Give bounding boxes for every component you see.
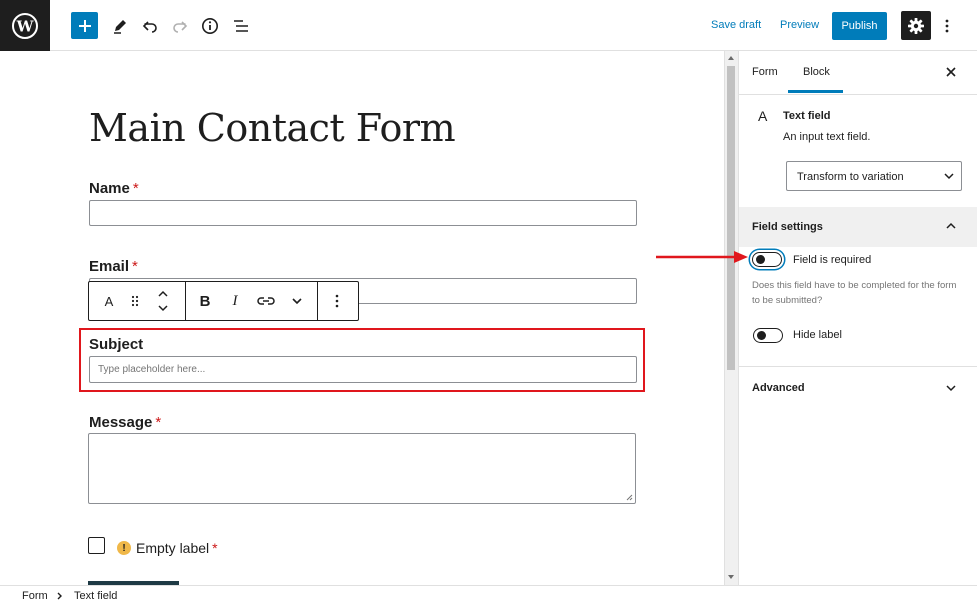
transform-variation-select[interactable]: Transform to variation	[786, 161, 962, 191]
toggle-knob	[756, 255, 765, 264]
info-icon[interactable]	[196, 12, 224, 40]
breadcrumb-item-text-field[interactable]: Text field	[74, 590, 117, 602]
block-description: An input text field.	[783, 131, 871, 143]
breadcrumb	[0, 585, 977, 606]
block-options-icon[interactable]	[325, 282, 349, 320]
field-required-toggle[interactable]	[752, 252, 782, 267]
checkbox-input[interactable]	[88, 537, 105, 554]
scrollbar-thumb[interactable]	[727, 66, 735, 370]
drag-handle-icon[interactable]	[123, 282, 147, 320]
block-name: Text field	[783, 110, 831, 122]
hide-label-label[interactable]: Hide label	[793, 329, 842, 341]
list-view-icon[interactable]	[227, 12, 255, 40]
gear-icon[interactable]	[901, 11, 931, 40]
chevron-down-icon	[944, 173, 954, 180]
active-tab-indicator	[788, 90, 843, 93]
required-mark: *	[132, 258, 138, 275]
toolbar-divider	[185, 282, 186, 320]
field-settings-heading[interactable]: Field settings	[752, 221, 823, 233]
chevron-down-icon[interactable]	[946, 385, 956, 392]
tab-block[interactable]: Block	[803, 66, 830, 78]
move-up-down-icon[interactable]	[151, 282, 175, 320]
toolbar-divider	[317, 282, 318, 320]
plus-icon[interactable]	[71, 12, 98, 39]
block-toolbar: A B I	[88, 281, 359, 321]
wordpress-logo-icon[interactable]: W	[0, 0, 50, 51]
redo-icon[interactable]	[166, 12, 194, 40]
resize-handle-icon[interactable]	[626, 494, 633, 501]
field-required-help: Does this field have to be completed for…	[752, 280, 957, 306]
scroll-up-icon[interactable]	[727, 55, 735, 61]
italic-button[interactable]: I	[223, 282, 247, 320]
chevron-down-icon[interactable]	[285, 282, 309, 320]
vertical-ellipsis-icon[interactable]	[940, 14, 954, 38]
bold-button[interactable]: B	[193, 282, 217, 320]
breadcrumb-item-form[interactable]: Form	[22, 590, 48, 602]
message-textarea[interactable]	[88, 433, 636, 504]
select-value: Transform to variation	[797, 171, 904, 183]
pencil-icon[interactable]	[106, 12, 134, 40]
field-required-label[interactable]: Field is required	[793, 254, 871, 266]
text-field-block-icon[interactable]: A	[97, 282, 121, 320]
undo-icon[interactable]	[136, 12, 164, 40]
required-mark: *	[212, 540, 218, 556]
advanced-panel-header[interactable]: Advanced	[752, 382, 805, 394]
scroll-down-icon[interactable]	[727, 574, 735, 580]
block-type-icon: A	[758, 108, 768, 124]
checkbox-label[interactable]: Empty label *	[136, 540, 218, 556]
save-draft-button[interactable]: Save draft	[711, 19, 761, 31]
placeholder-text[interactable]: Type placeholder here...	[98, 364, 205, 375]
hide-label-toggle[interactable]	[753, 328, 783, 343]
toggle-knob	[757, 331, 766, 340]
subject-input[interactable]: Type placeholder here...	[89, 356, 637, 383]
name-input[interactable]	[89, 200, 637, 226]
subject-field-label[interactable]: Subject	[89, 336, 143, 353]
message-field-label[interactable]: Message *	[89, 414, 161, 431]
preview-button[interactable]: Preview	[780, 19, 819, 31]
divider	[739, 94, 977, 95]
svg-text:W: W	[16, 17, 35, 35]
name-field-label[interactable]: Name *	[89, 180, 139, 197]
divider	[739, 366, 977, 367]
close-icon[interactable]	[946, 67, 956, 77]
publish-button[interactable]: Publish	[832, 12, 887, 40]
required-mark: *	[155, 414, 162, 431]
form-title[interactable]: Main Contact Form	[89, 106, 456, 150]
tab-form[interactable]: Form	[752, 66, 778, 78]
chevron-up-icon[interactable]	[946, 222, 956, 229]
chevron-right-icon	[57, 592, 62, 600]
required-mark: *	[132, 180, 139, 197]
warning-icon: !	[117, 541, 131, 555]
email-field-label[interactable]: Email *	[89, 258, 138, 275]
link-icon[interactable]	[254, 282, 278, 320]
arrow-annotation-icon	[656, 251, 748, 263]
